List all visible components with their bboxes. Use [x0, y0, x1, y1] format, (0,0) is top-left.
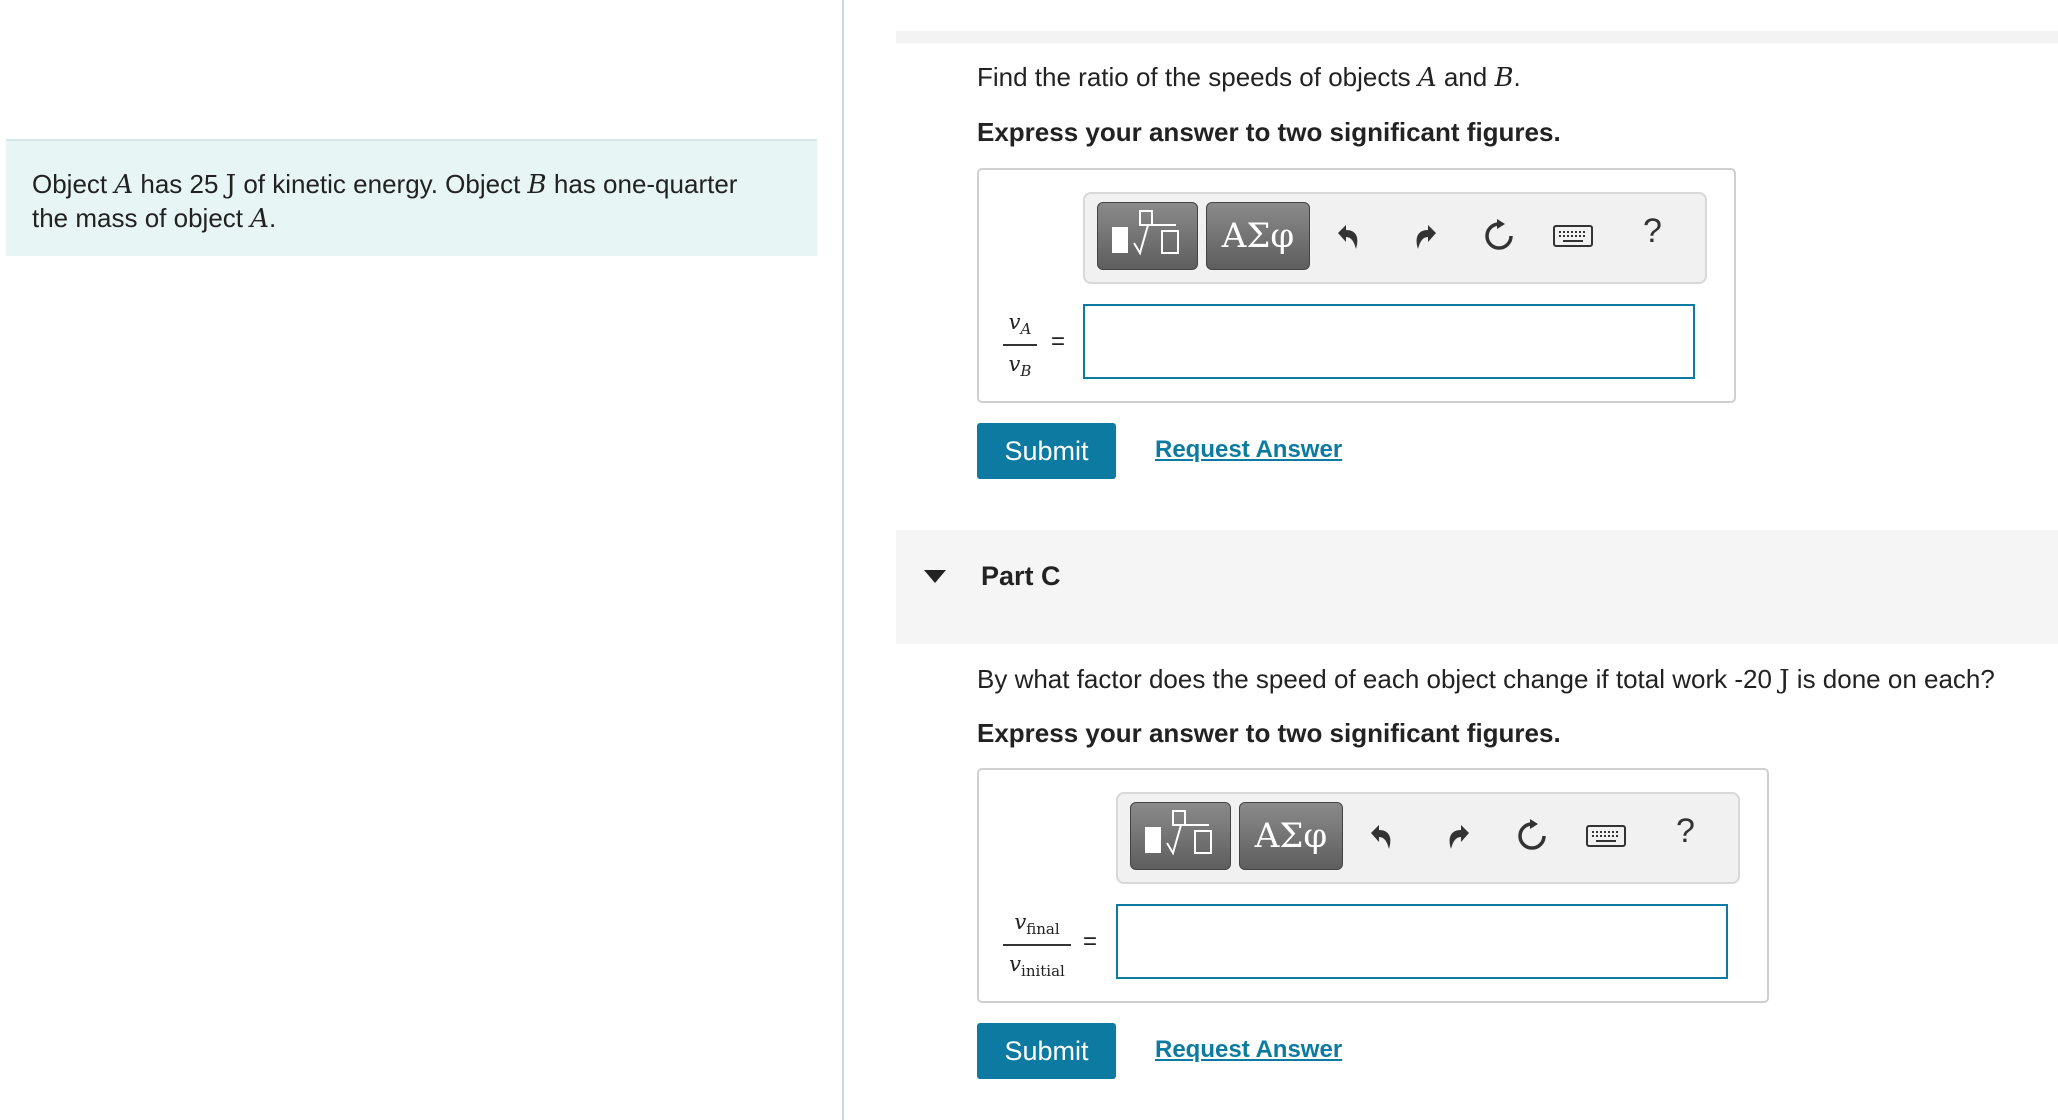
greek-symbols-button[interactable]: ΑΣφ	[1206, 202, 1310, 270]
part-b-request-answer-link[interactable]: Request Answer	[1155, 436, 1342, 464]
keyboard-icon	[1586, 825, 1626, 847]
intro-line-1: Object A has 25 J of kinetic energy. Obj…	[32, 169, 738, 200]
problem-intro: Object A has 25 J of kinetic energy. Obj…	[6, 139, 817, 256]
redo-icon	[1416, 225, 1436, 249]
greek-symbols-icon: ΑΣφ	[1221, 216, 1295, 256]
templates-icon	[1145, 810, 1212, 856]
math-toolbar: ΑΣφ ?	[1116, 792, 1740, 884]
reset-button[interactable]	[1477, 214, 1521, 258]
reset-icon	[1518, 819, 1546, 850]
part-c-instruction: Express your answer to two significant f…	[977, 718, 1561, 748]
intro-line-2: the mass of object A.	[32, 203, 277, 234]
panel-divider	[842, 0, 844, 1120]
joule-unit: J	[225, 170, 237, 200]
undo-icon	[1338, 225, 1358, 249]
help-icon[interactable]: ?	[1676, 812, 1695, 851]
part-c-submit-button[interactable]: Submit	[977, 1023, 1116, 1079]
part-b-instruction: Express your answer to two significant f…	[977, 117, 1561, 147]
keyboard-button[interactable]	[1584, 814, 1628, 858]
part-b-prompt: Find the ratio of the speeds of objects …	[977, 62, 1521, 93]
object-a-symbol: A	[1417, 63, 1437, 93]
part-c-answer-box: ΑΣφ ? vfinal vinitial =	[977, 768, 1769, 1003]
keyboard-icon	[1553, 225, 1593, 247]
object-b-symbol: B	[527, 170, 547, 200]
left-panel: Object A has 25 J of kinetic energy. Obj…	[0, 0, 842, 1120]
part-c-title: Part C	[981, 561, 1061, 591]
object-a-symbol: A	[114, 170, 134, 200]
collapse-triangle-icon[interactable]	[924, 570, 946, 583]
redo-button[interactable]	[1436, 814, 1480, 858]
part-b-header-strip	[896, 31, 2058, 43]
reset-button[interactable]	[1510, 814, 1554, 858]
part-b-submit-button[interactable]: Submit	[977, 423, 1116, 479]
templates-button[interactable]	[1130, 802, 1231, 870]
object-b-symbol: B	[1494, 63, 1514, 93]
equals-sign: =	[1083, 928, 1098, 955]
undo-icon	[1371, 825, 1391, 849]
ratio-label: vfinal vinitial	[1003, 910, 1071, 980]
templates-icon	[1112, 210, 1179, 256]
equals-sign: =	[1051, 328, 1066, 355]
ratio-label: vA vB	[1003, 310, 1037, 380]
reset-icon	[1485, 219, 1513, 250]
joule-unit: J	[1779, 665, 1790, 695]
part-b-answer-box: ΑΣφ ? vA vB =	[977, 168, 1736, 403]
part-c-header[interactable]	[896, 530, 2058, 644]
greek-symbols-button[interactable]: ΑΣφ	[1239, 802, 1343, 870]
math-toolbar: ΑΣφ ?	[1083, 192, 1707, 284]
part-c-prompt: By what factor does the speed of each ob…	[977, 664, 1995, 695]
keyboard-button[interactable]	[1551, 214, 1595, 258]
redo-button[interactable]	[1403, 214, 1447, 258]
help-icon[interactable]: ?	[1643, 212, 1662, 251]
undo-button[interactable]	[1360, 814, 1404, 858]
greek-symbols-icon: ΑΣφ	[1254, 816, 1328, 856]
object-a-symbol: A	[250, 204, 270, 234]
part-c-answer-input[interactable]	[1116, 904, 1728, 979]
part-c-request-answer-link[interactable]: Request Answer	[1155, 1036, 1342, 1064]
undo-button[interactable]	[1327, 214, 1371, 258]
part-b-answer-input[interactable]	[1083, 304, 1695, 379]
redo-icon	[1449, 825, 1469, 849]
templates-button[interactable]	[1097, 202, 1198, 270]
